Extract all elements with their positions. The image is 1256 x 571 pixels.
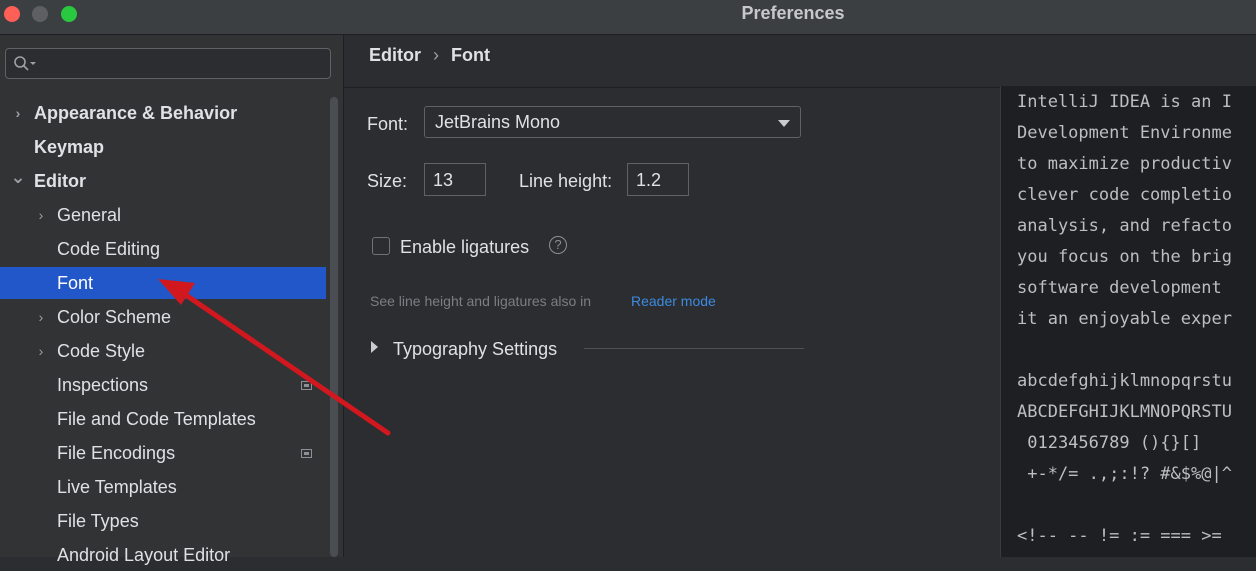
sidebar-item-label: Android Layout Editor [57,545,231,565]
font-family-dropdown[interactable]: JetBrains Mono [424,106,801,138]
sidebar-item-file-and-code-templates[interactable]: File and Code Templates [0,403,326,435]
sidebar-item-label: Appearance & Behavior [34,103,238,123]
breadcrumb-separator: › [433,45,439,65]
font-preview-editor[interactable]: IntelliJ IDEA is an I Development Environ… [1000,86,1256,557]
line-height-value: 1.2 [636,170,662,190]
search-icon [14,56,36,71]
line-height-label: Line height: [519,171,613,191]
sidebar-item-label: Code Editing [57,239,161,259]
preview-line: software development [1017,278,1232,298]
font-size-value: 13 [433,170,454,190]
window-title: Preferences [741,3,845,23]
sidebar-item-file-types[interactable]: File Types [0,505,326,537]
header-divider [344,87,1000,88]
sidebar-item-editor[interactable]: ⌄ Editor [0,165,326,197]
sidebar-item-general[interactable]: › General [0,199,326,231]
size-label: Size: [367,171,408,191]
preview-line: it an enjoyable exper [1017,309,1232,329]
sidebar-scrollbar[interactable] [330,97,338,557]
chevron-right-icon[interactable]: › [33,199,49,231]
sidebar-item-font[interactable]: Font [0,267,326,299]
project-scope-icon [301,449,312,458]
enable-ligatures-checkbox[interactable] [372,237,390,255]
sidebar-item-label: File and Code Templates [57,409,256,429]
sidebar-item-color-scheme[interactable]: › Color Scheme [0,301,326,333]
preview-line: abcdefghijklmnopqrstu [1017,371,1232,391]
section-divider [584,348,804,349]
sidebar-item-label: Inspections [57,375,149,395]
preview-line: IntelliJ IDEA is an I [1017,92,1232,112]
settings-search-input[interactable] [5,48,331,79]
title-bar: Preferences [0,0,1256,35]
sidebar-item-label: File Types [57,511,139,531]
sidebar-item-keymap[interactable]: Keymap [0,131,326,163]
preview-line: analysis, and refacto [1017,216,1232,236]
sidebar-item-android-layout-editor[interactable]: Android Layout Editor [0,539,326,571]
preview-line: <!-- -- != := === >= [1017,526,1232,546]
expand-arrow-icon[interactable] [371,341,378,353]
typography-settings-toggle[interactable]: Typography Settings [393,339,557,360]
settings-sidebar: › Appearance & Behavior Keymap ⌄ Editor › Gene… [0,35,344,565]
sidebar-item-label: File Encodings [57,443,176,463]
sidebar-item-label: Keymap [34,137,105,157]
sidebar-item-label: General [57,205,122,225]
preview-line: 0123456789 (){}[] [1017,433,1202,453]
sidebar-item-live-templates[interactable]: Live Templates [0,471,326,503]
breadcrumb: Editor › Font [369,45,490,66]
project-scope-icon [301,381,312,390]
font-size-input[interactable]: 13 [424,163,486,196]
breadcrumb-current: Font [451,45,490,65]
font-settings-panel: Editor › Font Font: JetBrains Mono Size: 1… [344,35,1000,557]
preview-line: you focus on the brig [1017,247,1232,267]
line-height-input[interactable]: 1.2 [627,163,689,196]
hint-text: See line height and ligatures also in [370,293,592,309]
preview-line: ABCDEFGHIJKLMNOPQRSTU [1017,402,1232,422]
sidebar-item-label: Editor [34,171,86,191]
preview-line: to maximize productiv [1017,154,1232,174]
preview-line: Development Environme [1017,123,1232,143]
sidebar-item-label: Live Templates [57,477,177,497]
dropdown-arrow-icon [778,120,790,127]
help-icon[interactable]: ? [549,236,567,254]
breadcrumb-parent[interactable]: Editor [369,45,421,65]
sidebar-item-file-encodings[interactable]: File Encodings [0,437,326,469]
reader-mode-link[interactable]: Reader mode [631,293,716,309]
sidebar-item-label: Color Scheme [57,307,172,327]
chevron-down-icon[interactable]: ⌄ [10,165,26,197]
sidebar-item-code-editing[interactable]: Code Editing [0,233,326,265]
preview-line: clever code completio [1017,185,1232,205]
chevron-right-icon[interactable]: › [10,97,26,129]
chevron-right-icon[interactable]: › [33,301,49,333]
sidebar-item-appearance-behavior[interactable]: › Appearance & Behavior [0,97,326,129]
enable-ligatures-label[interactable]: Enable ligatures [400,237,529,258]
sidebar-item-code-style[interactable]: › Code Style [0,335,326,367]
font-label: Font: [367,114,409,134]
font-family-value: JetBrains Mono [435,112,561,132]
chevron-right-icon[interactable]: › [33,335,49,367]
sidebar-item-inspections[interactable]: Inspections [0,369,326,401]
sidebar-item-label: Code Style [57,341,146,361]
preview-line: +-*/= .,;:!? #&$%@|^ [1017,464,1232,484]
sidebar-item-label: Font [57,273,94,293]
